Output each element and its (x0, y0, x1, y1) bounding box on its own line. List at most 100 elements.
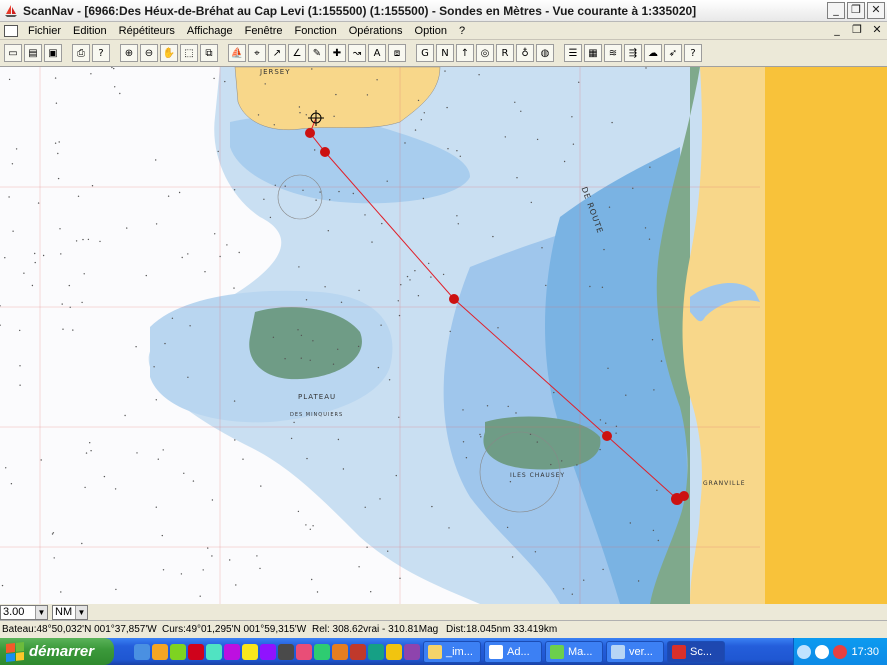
quick-launch-item-icon[interactable] (368, 643, 384, 660)
sounding-dot (516, 177, 518, 179)
current-icon[interactable]: ⇶ (624, 44, 642, 62)
sounding-dot (414, 129, 417, 131)
new-icon[interactable]: ▭ (4, 44, 22, 62)
quick-launch-item-icon[interactable] (188, 643, 204, 660)
quick-launch-item-icon[interactable] (134, 643, 150, 660)
zoom-window-icon[interactable]: ⧉ (200, 44, 218, 62)
tray-alert-icon[interactable] (833, 644, 848, 659)
nmea-icon[interactable]: N (436, 44, 454, 62)
sounding-dot (364, 506, 366, 508)
mdi-minimize-button[interactable]: _ (830, 23, 844, 36)
sounding-dot (632, 187, 634, 189)
start-button[interactable]: démarrer (0, 638, 114, 665)
unit-combo[interactable]: NM ▼ (52, 604, 88, 620)
goto-icon[interactable]: ◎ (476, 44, 494, 62)
sounding-dot (4, 257, 6, 259)
zoom-in-icon[interactable]: ⊕ (120, 44, 138, 62)
mob-icon[interactable]: ♁ (516, 44, 534, 62)
tray-network-icon[interactable] (815, 644, 830, 659)
print-icon[interactable]: ⎙ (72, 44, 90, 62)
select-rect-icon[interactable]: ⬚ (180, 44, 198, 62)
quick-launch-item-icon[interactable] (242, 643, 258, 660)
quick-launch-item-icon[interactable] (386, 643, 402, 660)
sounding-dot (602, 568, 604, 571)
mdi-restore-button[interactable]: ❐ (850, 23, 864, 36)
wind-icon[interactable]: ➶ (664, 44, 682, 62)
menu-fonction[interactable]: Fonction (289, 25, 343, 37)
menu-edition[interactable]: Edition (67, 25, 113, 37)
document-icon[interactable] (4, 24, 18, 37)
quick-launch-item-icon[interactable] (332, 643, 348, 660)
sounding-dot (59, 228, 61, 230)
restore-button[interactable]: ❐ (847, 2, 865, 19)
mark-icon[interactable]: ✎ (308, 44, 326, 62)
close-button[interactable]: ✕ (867, 2, 885, 19)
quick-launch-item-icon[interactable] (314, 643, 330, 660)
lifebuoy-icon[interactable]: ◍ (536, 44, 554, 62)
boat-icon[interactable]: ⛵ (228, 44, 246, 62)
quick-launch-item-icon[interactable] (296, 643, 312, 660)
quick-launch-item-icon[interactable] (152, 643, 168, 660)
quick-launch-item-icon[interactable] (260, 643, 276, 660)
taskbar-task-button[interactable]: ver... (606, 640, 664, 663)
chart-view-icon[interactable]: ▦ (584, 44, 602, 62)
menu-affichage[interactable]: Affichage (181, 25, 239, 37)
zoom-out-icon[interactable]: ⊖ (140, 44, 158, 62)
quick-launch-item-icon[interactable] (170, 643, 186, 660)
sounding-dot (446, 106, 448, 109)
layers-icon[interactable]: ⧈ (388, 44, 406, 62)
nautical-chart-view[interactable]: JERSEY GRANVILLE PLATEAU DES MINQUIERS I… (0, 67, 887, 604)
chevron-down-icon[interactable]: ▼ (35, 605, 47, 619)
tray-back-icon[interactable] (797, 644, 812, 659)
sounding-dot (124, 414, 126, 417)
help-pointer-icon[interactable]: ? (92, 44, 110, 62)
up-arrow-icon[interactable]: ↑ (456, 44, 474, 62)
route-icon[interactable]: ↗ (268, 44, 286, 62)
sounding-dot (72, 329, 74, 331)
taskbar-task-button[interactable]: Ma... (545, 640, 603, 663)
menu-fichier[interactable]: Fichier (22, 25, 67, 37)
sounding-dot (456, 150, 458, 152)
scale-combo[interactable]: 3.00 ▼ (0, 604, 48, 620)
weather-icon[interactable]: ☁ (644, 44, 662, 62)
quick-launch-item-icon[interactable] (206, 643, 222, 660)
menu-help[interactable]: ? (453, 25, 471, 37)
text-icon[interactable]: A (368, 44, 386, 62)
tide-icon[interactable]: ≋ (604, 44, 622, 62)
waypoint-marker (679, 491, 689, 501)
route-plan-icon[interactable]: R (496, 44, 514, 62)
sounding-dot (599, 448, 601, 451)
quick-launch-item-icon[interactable] (224, 643, 240, 660)
pan-hand-icon[interactable]: ✋ (160, 44, 178, 62)
taskbar-task-button[interactable]: Ad... (484, 640, 542, 663)
sounding-dot (572, 143, 575, 145)
mdi-close-button[interactable]: ✕ (870, 23, 884, 36)
menu-operations[interactable]: Opérations (343, 25, 409, 37)
taskbar-task-button[interactable]: _im... (423, 640, 481, 663)
minimize-button[interactable]: _ (827, 2, 845, 19)
menu-fenetre[interactable]: Fenêtre (239, 25, 289, 37)
save-icon[interactable]: ▣ (44, 44, 62, 62)
chevron-down-icon[interactable]: ▼ (75, 605, 87, 619)
quick-launch-item-icon[interactable] (350, 643, 366, 660)
menu-option[interactable]: Option (409, 25, 453, 37)
taskbar-task-button[interactable]: Sc... (667, 640, 725, 663)
title-bar[interactable]: ScanNav - [6966:Des Héux-de-Bréhat au Ca… (0, 0, 887, 22)
info-icon[interactable]: ? (684, 44, 702, 62)
chart-list-icon[interactable]: ☰ (564, 44, 582, 62)
sounding-dot (309, 359, 311, 361)
target-icon[interactable]: ⌖ (248, 44, 266, 62)
gps-icon[interactable]: G (416, 44, 434, 62)
open-icon[interactable]: ▤ (24, 44, 42, 62)
sounding-dot (333, 115, 335, 117)
sounding-dot (504, 136, 506, 138)
quick-launch-item-icon[interactable] (404, 643, 420, 660)
measure-icon[interactable]: ∠ (288, 44, 306, 62)
menu-repetiteurs[interactable]: Répétiteurs (113, 25, 181, 37)
chart-canvas[interactable]: JERSEY GRANVILLE PLATEAU DES MINQUIERS I… (0, 67, 887, 604)
sounding-dot (545, 284, 547, 287)
track-icon[interactable]: ↝ (348, 44, 366, 62)
waypoint-icon[interactable]: ✚ (328, 44, 346, 62)
quick-launch-item-icon[interactable] (278, 643, 294, 660)
sounding-dot (135, 346, 137, 348)
